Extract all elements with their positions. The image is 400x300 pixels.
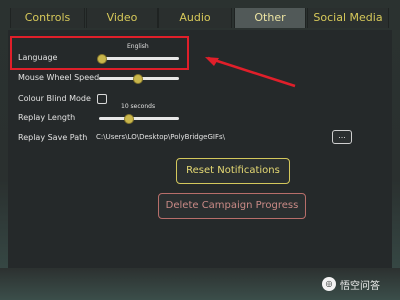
watermark: ◎ 悟空问答 (322, 276, 380, 292)
watermark-logo-icon: ◎ (322, 277, 336, 291)
annotation-arrow-icon (205, 56, 296, 88)
watermark-text: 悟空问答 (340, 280, 380, 292)
